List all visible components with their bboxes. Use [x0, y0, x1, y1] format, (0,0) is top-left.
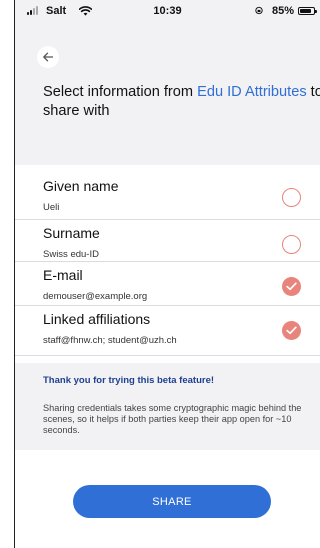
attribute-row[interactable]: Surname Swiss edu-ID	[15, 220, 320, 262]
arrow-left-icon	[43, 52, 54, 62]
unchecked-circle-icon[interactable]	[282, 235, 301, 254]
attribute-value: Swiss edu-ID	[43, 249, 99, 260]
attribute-label: E-mail	[43, 267, 83, 283]
battery-percentage: 85%	[271, 5, 294, 17]
attribute-row[interactable]: Given name Ueli	[15, 173, 320, 220]
beta-info-panel: Thank you for trying this beta feature! …	[15, 363, 320, 450]
attribute-value: Ueli	[43, 202, 60, 213]
attribute-row[interactable]: Linked affiliations staff@fhnw.ch; studen…	[15, 306, 320, 356]
edu-id-attributes-link[interactable]: Edu ID Attributes	[197, 84, 307, 100]
attribute-value: demouser@example.org	[43, 291, 148, 302]
checkmark-icon	[286, 326, 297, 335]
checked-circle-icon[interactable]	[282, 321, 301, 340]
back-button[interactable]	[37, 46, 59, 68]
attribute-row[interactable]: E-mail demouser@example.org	[15, 262, 320, 306]
status-bar: Salt 10:39 85%	[15, 0, 320, 22]
app-screen: Salt 10:39 85% Select information from E…	[14, 0, 320, 548]
header-panel: Select information from Edu ID Attribute…	[15, 22, 320, 165]
battery-icon	[298, 7, 317, 15]
beta-info-title: Thank you for trying this beta feature!	[43, 375, 215, 386]
attribute-label: Linked affiliations	[43, 311, 151, 327]
unchecked-circle-icon[interactable]	[282, 188, 301, 207]
checkmark-icon	[286, 282, 297, 291]
attribute-label: Given name	[43, 178, 119, 194]
attribute-value: staff@fhnw.ch; student@uzh.ch	[43, 335, 177, 346]
orientation-lock-icon	[255, 6, 263, 15]
beta-info-body: Sharing credentials takes some cryptogra…	[43, 403, 302, 435]
share-button[interactable]: SHARE	[73, 485, 271, 518]
checked-circle-icon[interactable]	[282, 277, 301, 296]
share-prompt: Select information from Edu ID Attribute…	[43, 83, 320, 121]
prompt-text: Select information from	[43, 84, 198, 100]
attribute-label: Surname	[43, 225, 100, 241]
